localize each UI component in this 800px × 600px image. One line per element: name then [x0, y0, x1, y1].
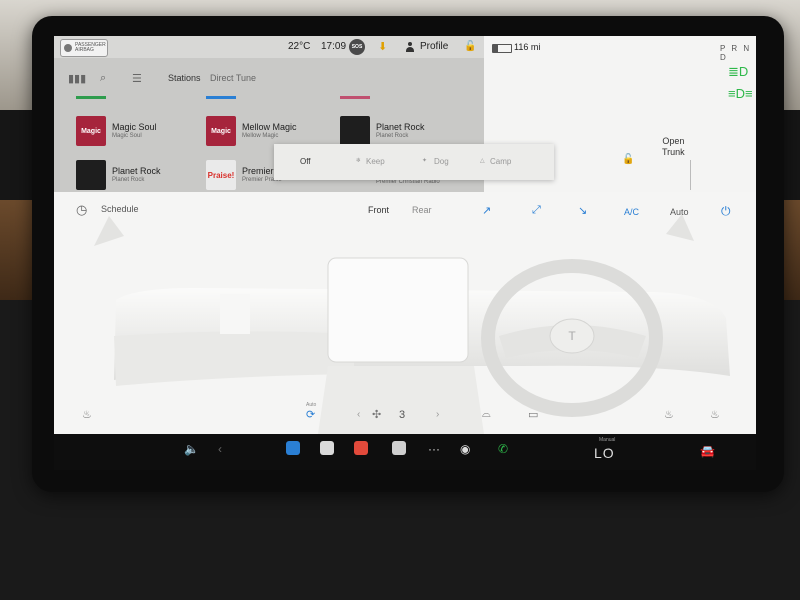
a-pillar-left: [94, 216, 124, 246]
airflow-feet-icon[interactable]: ↘: [578, 204, 587, 217]
fan-decrease-chevron-icon[interactable]: ‹: [357, 409, 360, 420]
volume-icon[interactable]: 🔈: [184, 442, 199, 456]
car-icon[interactable]: 🚘: [700, 444, 715, 458]
navigation-app-icon[interactable]: [354, 441, 368, 455]
app-dock: 🔈 ‹ ··· ◉ ✆ Manual LO 🚘: [54, 434, 756, 470]
airflow-face-icon[interactable]: ↗: [482, 204, 491, 217]
climate-manual-label: Manual: [599, 437, 616, 443]
camera-icon[interactable]: ◉: [460, 442, 470, 456]
touchscreen: PASSENGER AIRBAG 22°C 17:09 SOS ⬇ Profil…: [54, 36, 756, 434]
center-console: [318, 366, 484, 434]
defrost-rear-icon[interactable]: ▭: [528, 408, 538, 421]
mode-dog[interactable]: Dog: [434, 157, 449, 166]
cabin-interior-illustration: T: [94, 214, 730, 434]
brand-logo-icon: T: [568, 329, 576, 343]
messages-app-icon[interactable]: [286, 441, 300, 455]
toybox-app-icon[interactable]: [392, 441, 406, 455]
mode-keep[interactable]: Keep: [366, 157, 385, 166]
auto-button[interactable]: Auto: [670, 207, 689, 217]
mode-off[interactable]: Off: [300, 157, 311, 166]
a-pillar-right: [666, 214, 694, 241]
seat-heater-left-icon[interactable]: ♨: [82, 408, 92, 421]
climate-mode-selector: Off ❄ Keep ✦ Dog △ Camp: [274, 144, 554, 180]
airflow-face-feet-icon[interactable]: ⤢: [532, 204, 541, 217]
tent-icon: △: [480, 158, 485, 164]
fan-increase-chevron-icon[interactable]: ›: [436, 409, 439, 420]
recirculation-icon[interactable]: ⟳: [306, 408, 315, 421]
ac-button[interactable]: A/C: [624, 207, 639, 217]
steering-heater-icon[interactable]: ♨: [664, 408, 674, 421]
climate-power-icon[interactable]: ⏻: [721, 204, 731, 219]
dog-icon: ✦: [422, 158, 428, 164]
fan-speed: 3: [399, 409, 406, 421]
volume-chevron-icon[interactable]: ‹: [218, 442, 222, 456]
glovebox: [114, 331, 354, 386]
clock-icon[interactable]: ◷: [76, 202, 87, 218]
more-icon[interactable]: ···: [428, 442, 440, 456]
air-vent: [220, 294, 250, 334]
schedule-button[interactable]: Schedule: [101, 204, 139, 214]
driver-temperature[interactable]: LO: [594, 445, 615, 461]
center-display: [327, 257, 469, 363]
rear-tab[interactable]: Rear: [412, 205, 432, 215]
front-tab[interactable]: Front: [368, 205, 389, 215]
fan-icon: ✣: [372, 409, 382, 421]
mode-camp[interactable]: Camp: [490, 157, 511, 166]
manual-app-icon[interactable]: [320, 441, 334, 455]
fan-icon: ❄: [356, 158, 362, 164]
phone-icon[interactable]: ✆: [498, 442, 508, 456]
defrost-front-icon[interactable]: ⌓: [482, 408, 491, 421]
seat-heater-right-icon[interactable]: ♨: [710, 408, 720, 421]
